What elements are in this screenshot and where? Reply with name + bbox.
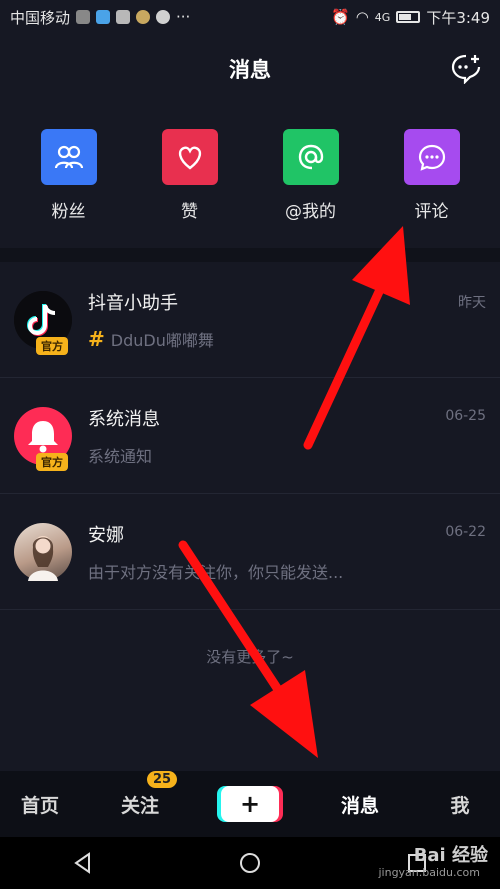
notification-icon <box>76 10 91 24</box>
message-row-system[interactable]: 官方 系统消息 系统通知 06-25 <box>0 378 500 494</box>
more-dots: ··· <box>176 8 191 26</box>
message-row-assistant[interactable]: 官方 抖音小助手 # DduDu嘟嘟舞 昨天 <box>0 262 500 378</box>
clock: 下午3:49 <box>426 8 490 27</box>
message-sender: 抖音小助手 <box>88 292 178 314</box>
message-time: 06-25 <box>445 408 486 424</box>
tab-messages[interactable]: 消息 <box>300 791 420 854</box>
message-preview: DduDu嘟嘟舞 <box>110 330 214 350</box>
quick-comments-label: 评论 <box>414 202 449 222</box>
app-icon <box>116 10 131 24</box>
avatar <box>14 522 72 581</box>
quick-likes-label: 赞 <box>181 202 198 222</box>
app-icon <box>136 10 151 24</box>
home-icon[interactable] <box>238 851 262 875</box>
at-icon <box>282 129 339 185</box>
bottom-tab-bar: 首页 关注 25 + 消息 我 <box>0 770 500 854</box>
message-time: 昨天 <box>458 295 486 311</box>
watermark-url: jingyan.baidu.com <box>378 866 480 879</box>
hashtag-icon: # <box>88 326 105 351</box>
comment-icon <box>403 129 460 185</box>
message-time: 06-22 <box>445 524 486 540</box>
tab-me[interactable]: 我 <box>420 791 500 818</box>
signal-label: 4G <box>374 10 391 24</box>
quick-comments[interactable]: 评论 <box>377 104 487 248</box>
battery-icon <box>396 11 421 23</box>
chat-icon <box>156 10 171 24</box>
quick-actions: 粉丝 赞 @我的 评论 <box>0 104 500 248</box>
avatar: 官方 <box>14 406 72 471</box>
message-row-anna[interactable]: 安娜 由于对方没有关注你，你只能发送... 06-22 <box>0 494 500 610</box>
official-badge: 官方 <box>36 452 68 471</box>
add-video-button[interactable]: + <box>221 786 279 822</box>
quick-fans-label: 粉丝 <box>51 202 86 222</box>
message-sender: 系统消息 <box>88 408 160 430</box>
tab-messages-label: 消息 <box>340 794 379 817</box>
watermark-logo: Bai 经验 <box>413 845 488 866</box>
telegram-icon <box>96 10 111 24</box>
alarm-icon: ⏰ <box>331 8 350 26</box>
unread-badge: 25 <box>147 770 178 788</box>
new-chat-icon[interactable] <box>450 52 482 84</box>
status-bar: 中国移动 ··· ⏰ ◠ 4G 下午3:49 <box>0 0 500 34</box>
section-divider <box>0 248 500 262</box>
tab-home[interactable]: 首页 <box>0 791 80 818</box>
tab-follow-label: 关注 <box>120 794 159 817</box>
quick-mentions[interactable]: @我的 <box>256 104 366 248</box>
message-preview: 系统通知 <box>88 446 153 466</box>
arrow-down-head <box>250 670 318 758</box>
avatar: 官方 <box>14 290 72 355</box>
fans-icon <box>40 129 97 185</box>
quick-likes[interactable]: 赞 <box>135 104 245 248</box>
message-sender: 安娜 <box>88 524 124 546</box>
official-badge: 官方 <box>36 336 68 355</box>
end-of-list-text: 没有更多了~ <box>206 648 294 666</box>
user-photo-icon <box>28 535 58 581</box>
back-icon[interactable] <box>71 851 95 875</box>
heart-icon <box>161 129 218 185</box>
quick-fans[interactable]: 粉丝 <box>14 104 124 248</box>
quick-mentions-label: @我的 <box>285 202 336 222</box>
page-title: 消息 <box>229 58 271 82</box>
tab-add[interactable]: + <box>200 786 300 822</box>
message-list: 官方 抖音小助手 # DduDu嘟嘟舞 昨天 官方 系统消息 系统通知 06-2… <box>0 262 500 610</box>
tab-follow[interactable]: 关注 25 <box>80 770 200 818</box>
wifi-icon: ◠ <box>355 8 369 26</box>
header: 消息 <box>0 34 500 104</box>
message-preview: 由于对方没有关注你，你只能发送... <box>88 562 344 582</box>
carrier-label: 中国移动 <box>10 8 71 27</box>
